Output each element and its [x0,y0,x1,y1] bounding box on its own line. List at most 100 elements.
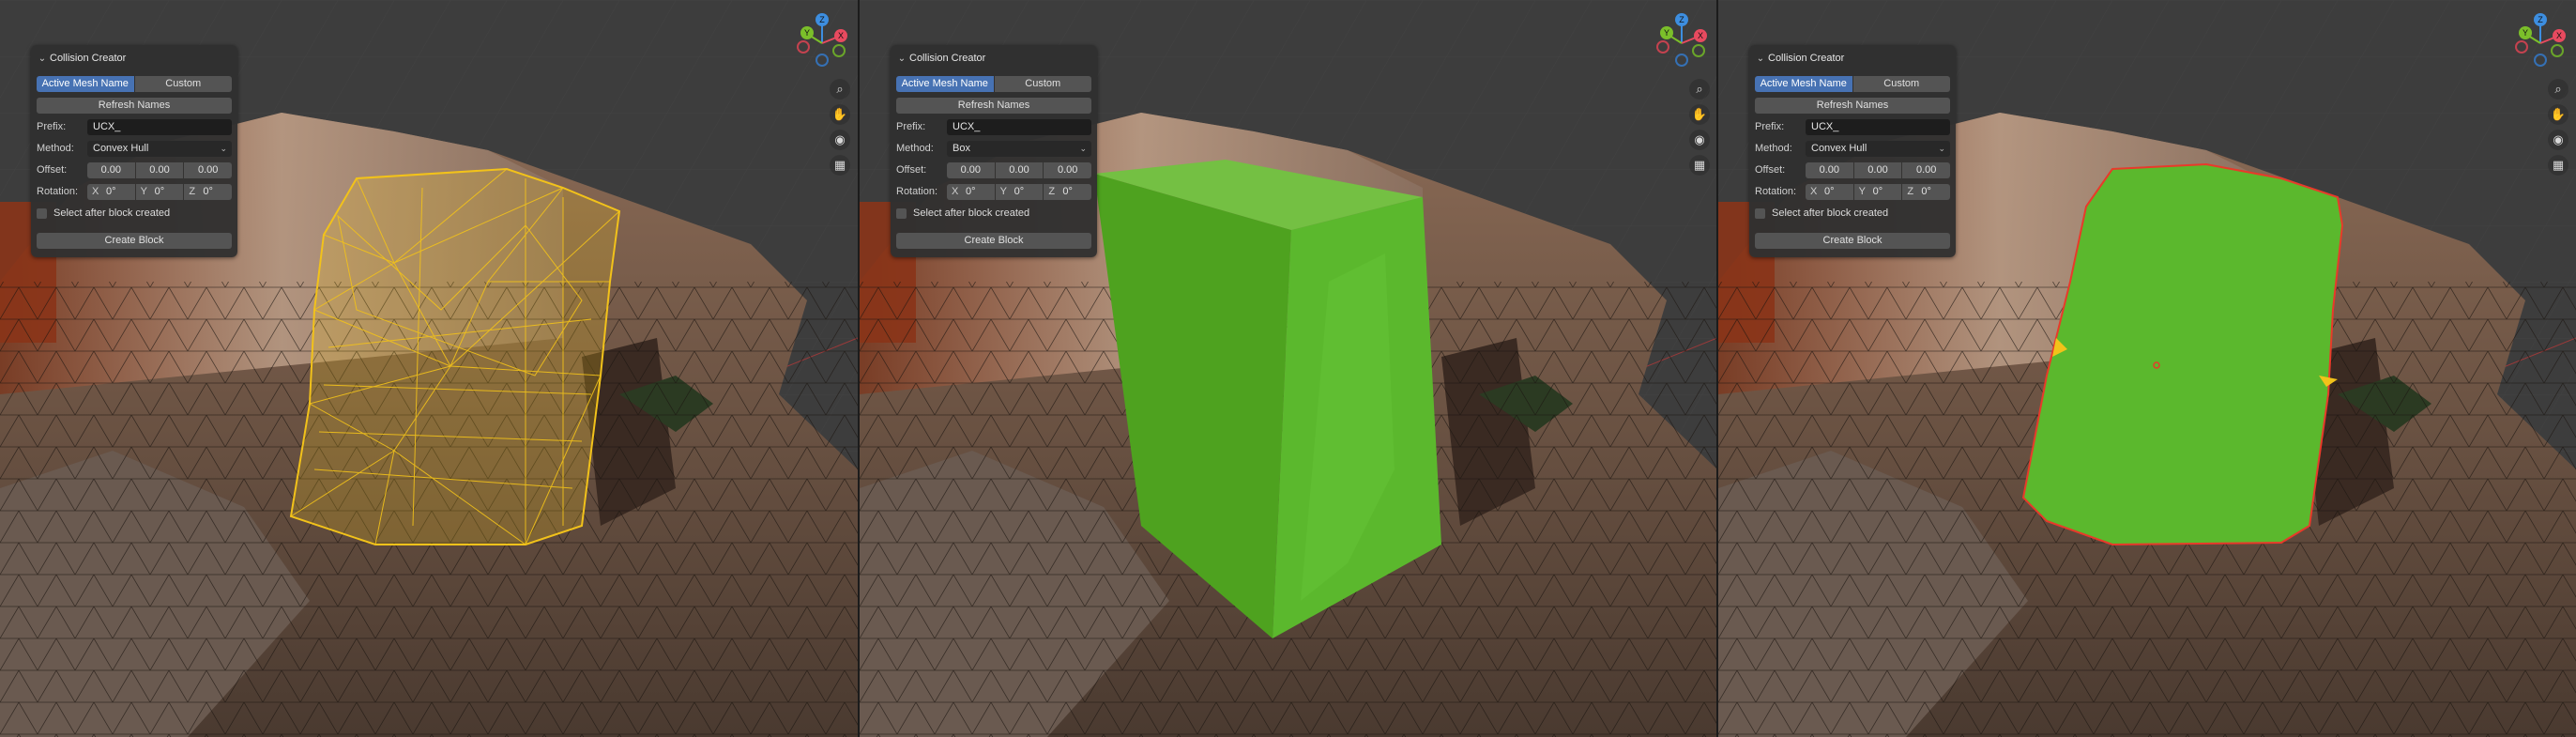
rotation-x-field[interactable]: X 0° [1806,184,1853,200]
zoom-icon[interactable]: ⌕ [830,79,850,100]
panel-header[interactable]: ⌄ Collision Creator [896,51,1091,66]
axis-label: X [952,186,959,197]
method-label: Method: [896,143,934,154]
refresh-names-button[interactable]: Refresh Names [896,98,1091,114]
gizmo-z-label: Z [2538,15,2543,24]
offset-label: Offset: [1755,164,1786,176]
viewport-nav-buttons: ⌕ ✋ ◉ ▦ [830,79,850,180]
rotation-label: Rotation: [896,186,938,197]
chevron-down-icon[interactable]: ⌄ [1755,54,1766,64]
chevron-down-icon: ⌄ [1079,144,1087,153]
offset-z-field[interactable]: 0.00 [1902,162,1951,178]
perspective-grid-icon[interactable]: ▦ [2548,155,2568,176]
navigation-gizmo[interactable]: Z Y X [2514,11,2567,69]
zoom-icon[interactable]: ⌕ [2548,79,2568,100]
rotation-fields: X 0° Y 0° Z 0° [947,184,1092,200]
offset-fields: 0.00 0.00 0.00 [1806,162,1951,178]
camera-icon[interactable]: ◉ [1689,130,1710,150]
select-after-label: Select after block created [1772,207,1889,219]
offset-x-field[interactable]: 0.00 [947,162,995,178]
navigation-gizmo[interactable]: Z Y X [1655,11,1708,69]
rotation-z-field[interactable]: Z 0° [1902,184,1951,200]
select-after-label: Select after block created [53,207,171,219]
gizmo-x-label: X [1698,31,1703,40]
zoom-icon[interactable]: ⌕ [1689,79,1710,100]
axis-label: Z [1907,186,1914,197]
rotation-x-field[interactable]: X 0° [87,184,135,200]
select-after-checkbox[interactable] [37,208,47,219]
gizmo-y-label: Y [804,28,810,38]
collision-creator-panel: ⌄ Collision Creator Active Mesh Name Cus… [1749,45,1956,257]
viewport-2[interactable]: ⌄ Collision Creator Active Mesh Name Cus… [860,0,1717,737]
offset-y-field[interactable]: 0.00 [135,162,184,178]
tab-active-mesh-name[interactable]: Active Mesh Name [1755,76,1852,92]
rotation-z-field[interactable]: Z 0° [184,184,233,200]
panel-header[interactable]: ⌄ Collision Creator [1755,51,1950,66]
tab-custom[interactable]: Custom [134,76,232,92]
panel-title: Collision Creator [1768,53,1845,64]
method-select[interactable]: Convex Hull ⌄ [87,141,232,157]
collision-creator-panel: ⌄ Collision Creator Active Mesh Name Cus… [31,45,237,257]
chevron-down-icon[interactable]: ⌄ [37,54,48,64]
panel-header[interactable]: ⌄ Collision Creator [37,51,232,66]
create-block-button[interactable]: Create Block [37,233,232,249]
tab-active-mesh-name[interactable]: Active Mesh Name [37,76,134,92]
rotation-x-field[interactable]: X 0° [947,184,995,200]
refresh-names-button[interactable]: Refresh Names [1755,98,1950,114]
offset-x-field[interactable]: 0.00 [87,162,135,178]
rotation-y-field[interactable]: Y 0° [135,184,184,200]
rotation-value: 0° [1921,186,1931,197]
hand-pan-icon[interactable]: ✋ [1689,104,1710,125]
screenshot-composite: ⌄ Collision Creator Active Mesh Name Cus… [0,0,2576,737]
viewport-3[interactable]: ⌄ Collision Creator Active Mesh Name Cus… [1718,0,2576,737]
prefix-input[interactable]: UCX_ [1806,119,1950,135]
create-block-button[interactable]: Create Block [896,233,1091,249]
chevron-down-icon[interactable]: ⌄ [896,54,907,64]
hand-pan-icon[interactable]: ✋ [830,104,850,125]
viewport-1[interactable]: ⌄ Collision Creator Active Mesh Name Cus… [0,0,858,737]
rotation-fields: X 0° Y 0° Z 0° [1806,184,1951,200]
offset-y-field[interactable]: 0.00 [1853,162,1902,178]
offset-z-field[interactable]: 0.00 [184,162,233,178]
tab-custom[interactable]: Custom [994,76,1091,92]
gizmo-z-label: Z [819,15,825,24]
method-value: Box [953,143,970,154]
method-value: Convex Hull [93,143,149,154]
rotation-z-field[interactable]: Z 0° [1044,184,1092,200]
rotation-y-field[interactable]: Y 0° [1853,184,1902,200]
offset-fields: 0.00 0.00 0.00 [87,162,233,178]
navigation-gizmo[interactable]: Z Y X [796,11,848,69]
axis-label: Y [140,186,148,197]
offset-x-field[interactable]: 0.00 [1806,162,1853,178]
camera-icon[interactable]: ◉ [2548,130,2568,150]
method-select[interactable]: Box ⌄ [947,141,1091,157]
panel-title: Collision Creator [909,53,986,64]
wireframe-selected-object [289,167,621,545]
perspective-grid-icon[interactable]: ▦ [830,155,850,176]
refresh-names-button[interactable]: Refresh Names [37,98,232,114]
perspective-grid-icon[interactable]: ▦ [1689,155,1710,176]
tab-active-mesh-name[interactable]: Active Mesh Name [896,76,994,92]
rotation-y-field[interactable]: Y 0° [995,184,1044,200]
prefix-input[interactable]: UCX_ [947,119,1091,135]
chevron-down-icon: ⌄ [1938,144,1945,153]
select-after-checkbox[interactable] [896,208,907,219]
camera-icon[interactable]: ◉ [830,130,850,150]
prefix-label: Prefix: [1755,121,1785,132]
name-mode-toggle: Active Mesh Name Custom [896,76,1091,92]
collision-creator-panel: ⌄ Collision Creator Active Mesh Name Cus… [891,45,1097,257]
hand-pan-icon[interactable]: ✋ [2548,104,2568,125]
prefix-input[interactable]: UCX_ [87,119,232,135]
tab-custom[interactable]: Custom [1852,76,1950,92]
axis-label: X [92,186,99,197]
method-select[interactable]: Convex Hull ⌄ [1806,141,1950,157]
create-block-button[interactable]: Create Block [1755,233,1950,249]
method-value: Convex Hull [1811,143,1867,154]
axis-label: X [1810,186,1818,197]
select-after-checkbox[interactable] [1755,208,1765,219]
name-mode-toggle: Active Mesh Name Custom [37,76,232,92]
rotation-value: 0° [1014,186,1025,197]
offset-y-field[interactable]: 0.00 [995,162,1044,178]
offset-z-field[interactable]: 0.00 [1044,162,1092,178]
axis-label: Y [1858,186,1867,197]
